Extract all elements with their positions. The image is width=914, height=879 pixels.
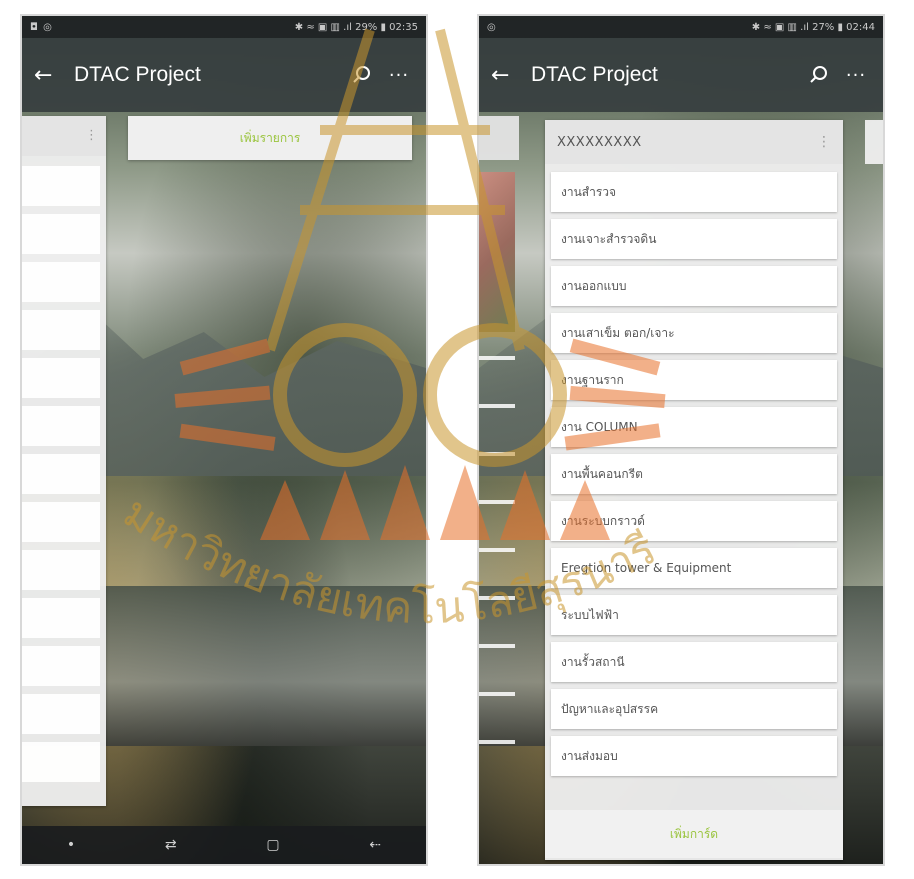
list-card[interactable]: งานรั้วสถานี [551, 642, 837, 682]
neighbour-card[interactable] [479, 500, 515, 504]
list-card[interactable] [22, 358, 100, 398]
list-card[interactable] [22, 502, 100, 542]
list-card[interactable] [22, 166, 100, 206]
list-card[interactable] [22, 742, 100, 782]
more-dots-icon[interactable]: ··· [841, 65, 871, 86]
status-bar: ◎ ✱ ≈ ▣ ▥ .ıl 27% ▮ 02:44 [479, 16, 883, 38]
neighbour-card[interactable] [479, 548, 515, 552]
card-title: Eregtion tower & Equipment [561, 561, 732, 575]
status-icons-right: ✱ ≈ ▣ ▥ .ıl 27% ▮ 02:44 [751, 21, 875, 33]
list-panel: XXXXXXXXX ⋮ งานสำรวจงานเจาะสำรวจดินงานออ… [545, 120, 843, 860]
status-icons-right: ✱ ≈ ▣ ▥ .ıl 29% ▮ 02:35 [294, 21, 418, 33]
nav-dot-icon[interactable]: • [67, 837, 75, 853]
list-card[interactable]: งานส่งมอบ [551, 736, 837, 776]
recent-apps-icon[interactable]: ⇄ [165, 837, 177, 853]
list-header-partial: ⋮ [22, 116, 106, 156]
card-title: งานส่งมอบ [561, 748, 618, 763]
neighbour-card[interactable] [479, 596, 515, 600]
left-phone-screen: ◘ ◎ ✱ ≈ ▣ ▥ .ıl 29% ▮ 02:35 ← DTAC Proje… [20, 14, 428, 866]
card-title: งานเจาะสำรวจดิน [561, 231, 657, 246]
search-icon[interactable] [340, 65, 384, 85]
arrow-left-icon[interactable]: ← [491, 63, 531, 88]
card-title: งานพื้นคอนกรีต [561, 466, 643, 481]
list-card[interactable] [22, 598, 100, 638]
list-card[interactable]: งานพื้นคอนกรีต [551, 454, 837, 494]
card-title: งานฐานราก [561, 372, 624, 387]
add-list-button[interactable]: เพิ่มรายการ [128, 116, 412, 160]
list-card[interactable]: งาน COLUMN [551, 407, 837, 447]
add-card-button[interactable]: เพิ่มการ์ด [545, 810, 843, 858]
neighbour-card-image [479, 172, 515, 332]
card-title: งานเสาเข็ม ตอก/เจาะ [561, 325, 675, 340]
list-card[interactable]: งานสำรวจ [551, 172, 837, 212]
home-icon[interactable]: ▢ [266, 837, 279, 853]
add-card-label: เพิ่มการ์ด [669, 826, 719, 841]
card-title: งานสำรวจ [561, 184, 617, 199]
card-title: ระบบไฟฟ้า [561, 607, 619, 622]
card-title: งานระบบกราวด์ [561, 513, 645, 528]
arrow-left-icon[interactable]: ← [34, 63, 74, 88]
list-card[interactable] [22, 694, 100, 734]
page-title: DTAC Project [531, 63, 658, 86]
neighbour-list-header [479, 116, 519, 160]
list-card[interactable] [22, 646, 100, 686]
list-card[interactable] [22, 214, 100, 254]
neighbour-list-partial [479, 116, 519, 806]
card-title: งาน COLUMN [561, 419, 638, 434]
list-card[interactable]: งานเสาเข็ม ตอก/เจาะ [551, 313, 837, 353]
card-title: ปัญหาและอุปสรรค [561, 701, 659, 716]
list-card[interactable] [22, 262, 100, 302]
card-title: งานออกแบบ [561, 278, 627, 293]
list-card[interactable] [22, 406, 100, 446]
list-menu-icon[interactable]: ⋮ [85, 128, 98, 143]
search-icon[interactable] [797, 65, 841, 85]
list-card[interactable] [22, 454, 100, 494]
app-bar: ← DTAC Project ··· [22, 38, 426, 112]
list-card[interactable]: งานระบบกราวด์ [551, 501, 837, 541]
card-stack: งานสำรวจงานเจาะสำรวจดินงานออกแบบงานเสาเข… [551, 172, 837, 783]
list-card[interactable]: งานฐานราก [551, 360, 837, 400]
page-title: DTAC Project [74, 63, 201, 86]
status-icons-left: ◎ [487, 21, 497, 33]
app-bar: ← DTAC Project ··· [479, 38, 883, 112]
list-menu-icon[interactable]: ⋮ [817, 134, 831, 150]
status-icons-left: ◘ ◎ [30, 21, 53, 33]
status-bar: ◘ ◎ ✱ ≈ ▣ ▥ .ıl 29% ▮ 02:35 [22, 16, 426, 38]
list-card[interactable]: ระบบไฟฟ้า [551, 595, 837, 635]
neighbour-card[interactable] [479, 692, 515, 696]
more-dots-icon[interactable]: ··· [384, 65, 414, 86]
right-phone-screen: ◎ ✱ ≈ ▣ ▥ .ıl 27% ▮ 02:44 ← DTAC Project… [477, 14, 885, 866]
list-header[interactable]: XXXXXXXXX ⋮ [545, 120, 843, 164]
next-list-partial [865, 120, 883, 164]
neighbour-card[interactable] [479, 740, 515, 744]
back-icon[interactable]: ⇠ [369, 837, 381, 853]
list-card[interactable] [22, 310, 100, 350]
neighbour-card[interactable] [479, 404, 515, 408]
list-card[interactable]: งานออกแบบ [551, 266, 837, 306]
list-card[interactable]: งานเจาะสำรวจดิน [551, 219, 837, 259]
neighbour-card[interactable] [479, 356, 515, 360]
list-card[interactable] [22, 550, 100, 590]
list-panel-partial: ⋮ [22, 116, 106, 806]
card-title: งานรั้วสถานี [561, 654, 625, 669]
add-list-label: เพิ่มรายการ [239, 130, 301, 145]
list-name: XXXXXXXXX [557, 134, 642, 150]
neighbour-card[interactable] [479, 644, 515, 648]
navigation-bar: • ⇄ ▢ ⇠ [22, 826, 426, 864]
neighbour-card[interactable] [479, 452, 515, 456]
list-card[interactable]: Eregtion tower & Equipment [551, 548, 837, 588]
list-card[interactable]: ปัญหาและอุปสรรค [551, 689, 837, 729]
